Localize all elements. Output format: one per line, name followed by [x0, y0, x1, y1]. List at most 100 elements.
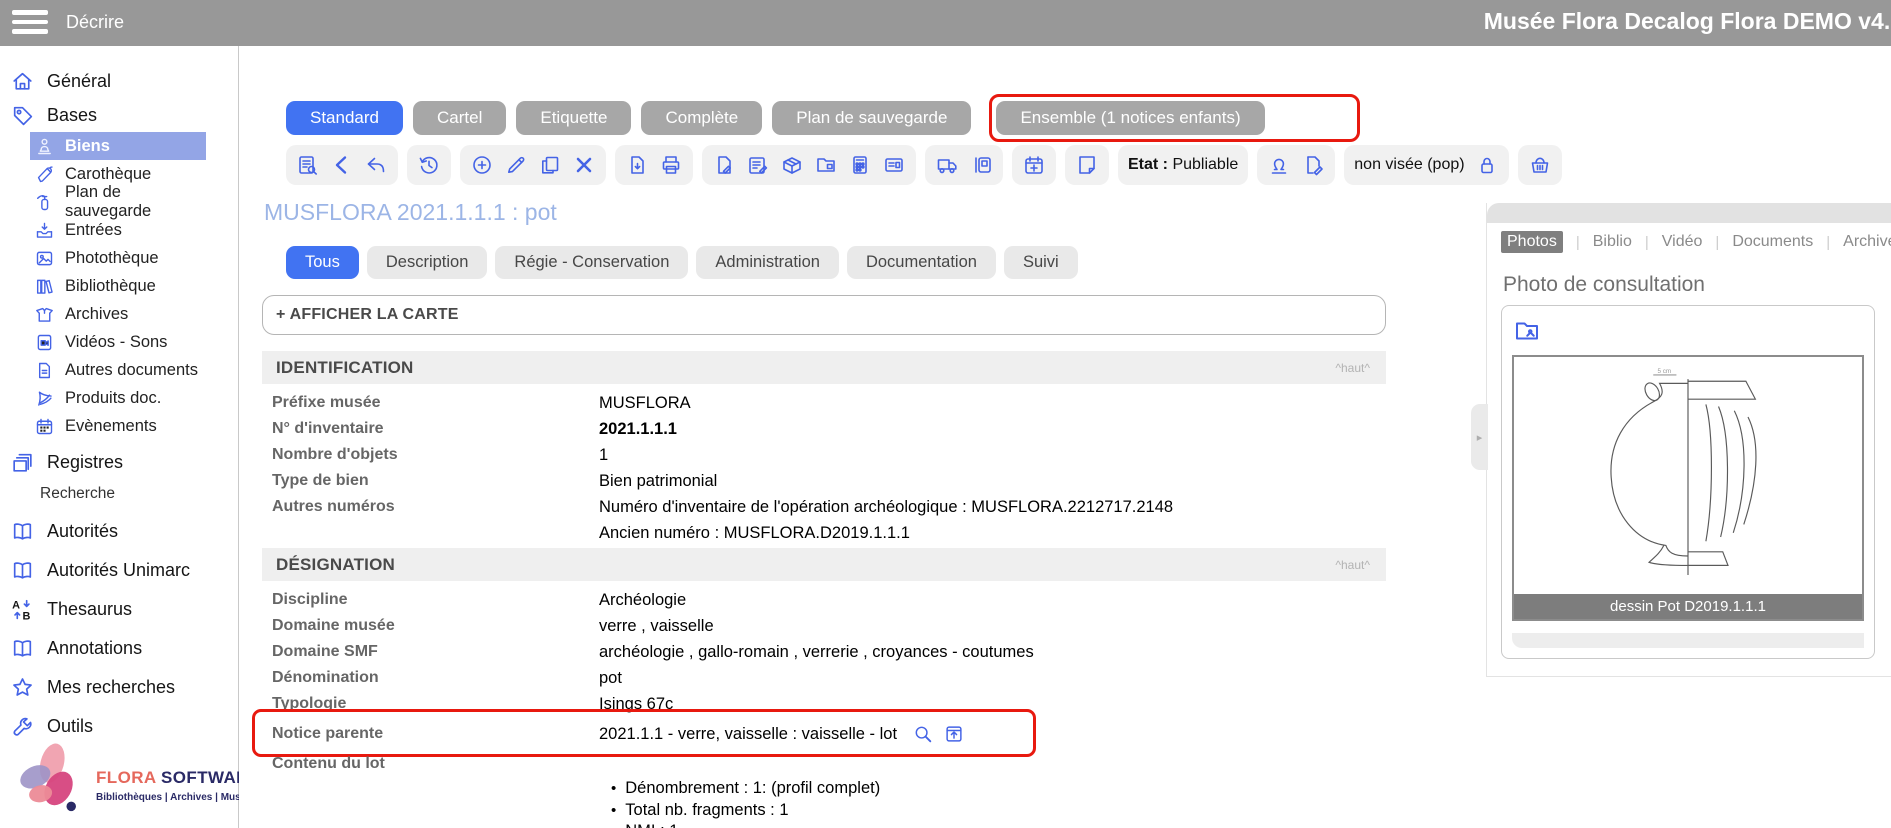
basket-button[interactable]	[1528, 153, 1552, 177]
doc-edit-button[interactable]	[712, 153, 736, 177]
reply-button[interactable]	[364, 153, 388, 177]
pot-drawing-image: 5 cm	[1588, 363, 1788, 589]
sidebar-nav: GénéralBasesBiensCarothèquePlan de sauve…	[0, 46, 238, 743]
folder-action-button[interactable]	[814, 153, 838, 177]
sidebar-item-label: Archives	[65, 305, 128, 324]
copy-button[interactable]	[538, 153, 562, 177]
edit-button[interactable]	[504, 153, 528, 177]
field-value-wrap: Archéologie	[599, 587, 686, 613]
calendar-icon	[34, 416, 55, 437]
field-value-line: Bien patrimonial	[599, 468, 717, 494]
media-panel-collapse-handle[interactable]: ▸	[1471, 404, 1488, 470]
sidebar-item-bases[interactable]: Bases	[0, 98, 238, 132]
sidebar-item-plan-de-sauvegarde[interactable]: Plan de sauvegarde	[30, 188, 206, 216]
view-tab-standard[interactable]: Standard	[286, 101, 403, 135]
media-tab-photos[interactable]: Photos	[1501, 231, 1563, 253]
dock-button[interactable]	[969, 153, 993, 177]
media-tab-video[interactable]: Vidéo	[1662, 233, 1703, 251]
sidebar-item-autres-documents[interactable]: Autres documents	[30, 356, 206, 384]
record-tab-administration[interactable]: Administration	[696, 246, 839, 279]
toolbar-group	[925, 145, 1003, 185]
card-button[interactable]	[882, 153, 906, 177]
list-edit-button[interactable]	[746, 153, 770, 177]
truck-button[interactable]	[935, 153, 959, 177]
calendar-plus-button[interactable]	[1022, 153, 1046, 177]
view-tab-plan-de-sauvegarde[interactable]: Plan de sauvegarde	[772, 101, 971, 135]
back-to-top-link[interactable]: ^haut^	[1335, 558, 1370, 572]
sign-doc-button[interactable]	[1301, 153, 1325, 177]
media-tab-archives[interactable]: Archives	[1843, 233, 1891, 251]
brand-tagline: Bibliothèques | Archives | Musées	[96, 792, 257, 803]
form-search-button[interactable]	[296, 153, 320, 177]
topbar: Décrire Musée Flora Decalog Flora DEMO v…	[0, 0, 1891, 46]
sidebar-item-bibliotheque[interactable]: Bibliothèque	[30, 272, 206, 300]
media-tab-separator: |	[1576, 234, 1580, 251]
delete-button[interactable]	[572, 153, 596, 177]
back-to-top-link[interactable]: ^haut^	[1335, 361, 1370, 375]
sidebar-item-autorites-unimarc[interactable]: Autorités Unimarc	[0, 553, 238, 587]
record-tab-description[interactable]: Description	[367, 246, 488, 279]
thesaurus-icon: AB	[10, 597, 35, 622]
back-icon	[330, 153, 354, 177]
record-tab-regie-conservation[interactable]: Régie - Conservation	[495, 246, 688, 279]
show-map-toggle[interactable]: + AFFICHER LA CARTE	[262, 295, 1386, 335]
field-value: verre , vaisselle	[599, 613, 714, 639]
media-tab-biblio[interactable]: Biblio	[1593, 233, 1632, 251]
view-tab-cartel[interactable]: Cartel	[413, 101, 506, 135]
reply-icon	[364, 153, 388, 177]
add-button[interactable]	[470, 153, 494, 177]
field-value: 1	[599, 442, 608, 468]
sidebar-item-biens[interactable]: Biens	[30, 132, 206, 160]
folder-image-icon[interactable]	[1512, 316, 1542, 349]
open-record-button[interactable]	[943, 723, 965, 745]
dock-icon	[969, 153, 993, 177]
view-tab-ensemble-1-notices-enfants[interactable]: Ensemble (1 notices enfants)	[996, 101, 1264, 135]
history-button[interactable]	[417, 153, 441, 177]
sidebar-item-label: Autorités Unimarc	[47, 560, 190, 581]
back-button[interactable]	[330, 153, 354, 177]
sidebar-item-archives[interactable]: Archives	[30, 300, 206, 328]
sidebar-item-evenements[interactable]: Evènements	[30, 412, 206, 440]
bullet-text: NMI : 1	[625, 821, 678, 828]
toolbar-group	[1065, 145, 1109, 185]
record-tab-suivi[interactable]: Suivi	[1004, 246, 1078, 279]
hamburger-menu-icon[interactable]	[12, 10, 50, 36]
field-value: Bien patrimonial	[599, 468, 717, 494]
print-button[interactable]	[659, 153, 683, 177]
sidebar-item-general[interactable]: Général	[0, 64, 238, 98]
sidebar-item-label: Annotations	[47, 638, 142, 659]
bullet-text: Dénombrement : 1: (profil complet)	[625, 778, 880, 800]
sidebar-item-mes-recherches[interactable]: Mes recherches	[0, 670, 238, 704]
stamp-button[interactable]	[1267, 153, 1291, 177]
lock-button[interactable]	[1475, 153, 1499, 177]
field-row-contenu-du-lot: Contenu du lot	[262, 751, 1386, 777]
media-tab-documents[interactable]: Documents	[1732, 233, 1813, 251]
archive-box-icon	[34, 304, 55, 325]
record-tab-documentation[interactable]: Documentation	[847, 246, 996, 279]
sidebar-item-videos-sons[interactable]: Vidéos - Sons	[30, 328, 206, 356]
sidebar-item-autorites[interactable]: Autorités	[0, 514, 238, 548]
package-button[interactable]	[780, 153, 804, 177]
field-value-wrap: Bien patrimonial	[599, 468, 717, 494]
sidebar-item-produits-doc[interactable]: Produits doc.	[30, 384, 206, 412]
sidebar-item-recherche[interactable]: Recherche	[40, 479, 238, 509]
calculator-button[interactable]	[848, 153, 872, 177]
field-label: Dénomination	[262, 665, 599, 691]
sidebar-item-phototheque[interactable]: Photothèque	[30, 244, 206, 272]
photo-caption: dessin Pot D2019.1.1.1	[1514, 594, 1862, 619]
view-tab-complete[interactable]: Complète	[641, 101, 762, 135]
sidebar-item-label: Général	[47, 71, 111, 92]
sidebar-item-registres[interactable]: Registres	[0, 445, 238, 479]
media-panel: Photos|Biblio|Vidéo|Documents|Archives P…	[1486, 203, 1891, 677]
home-icon	[10, 69, 35, 94]
sidebar-item-thesaurus[interactable]: ABThesaurus	[0, 592, 238, 626]
sidebar-item-annotations[interactable]: Annotations	[0, 631, 238, 665]
field-value-wrap: pot	[599, 665, 622, 691]
sidebar-item-outils[interactable]: Outils	[0, 709, 238, 743]
note-button[interactable]	[1075, 153, 1099, 177]
record-tab-tous[interactable]: Tous	[286, 246, 359, 279]
toolbar-status-text: Etat : Publiable	[1128, 156, 1238, 174]
view-tab-etiquette[interactable]: Etiquette	[516, 101, 631, 135]
doc-export-button[interactable]	[625, 153, 649, 177]
search-button[interactable]	[912, 723, 934, 745]
